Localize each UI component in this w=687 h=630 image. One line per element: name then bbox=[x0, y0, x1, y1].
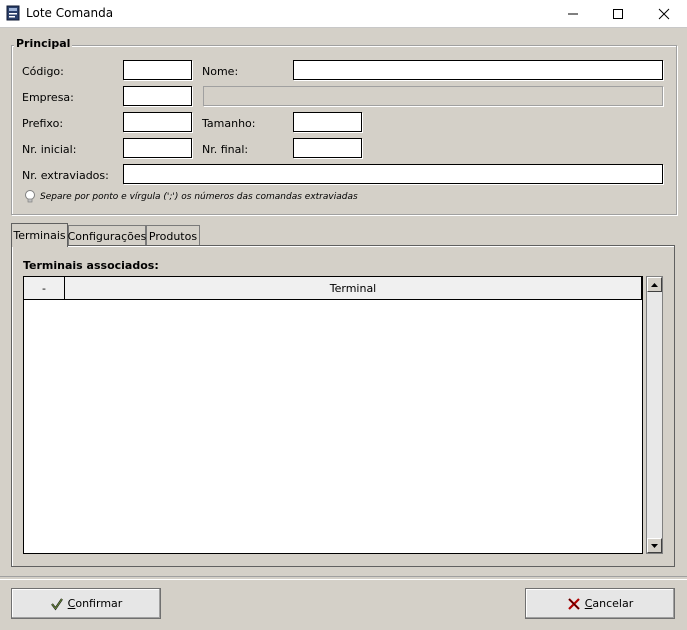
column-header-select[interactable]: - bbox=[24, 277, 65, 300]
nr-final-label: Nr. final: bbox=[202, 143, 249, 156]
empresa-description-field bbox=[203, 86, 663, 106]
tab-produtos[interactable]: Produtos bbox=[146, 225, 200, 246]
x-icon bbox=[567, 597, 580, 610]
tab-configuracoes[interactable]: Configurações bbox=[68, 225, 146, 246]
tab-terminais[interactable]: Terminais bbox=[11, 223, 68, 247]
close-button[interactable] bbox=[641, 0, 687, 27]
maximize-icon bbox=[613, 8, 623, 19]
footer-separator bbox=[0, 576, 687, 580]
maximize-button[interactable] bbox=[595, 0, 641, 27]
cancel-label: Cancelar bbox=[584, 597, 634, 610]
scroll-up-button[interactable] bbox=[647, 277, 662, 292]
scroll-down-button[interactable] bbox=[647, 538, 662, 553]
nr-extraviados-label: Nr. extraviados: bbox=[22, 169, 109, 182]
checkmark-icon bbox=[50, 597, 63, 610]
prefixo-label: Prefixo: bbox=[22, 117, 64, 130]
vertical-scrollbar[interactable] bbox=[646, 276, 663, 554]
chevron-down-icon bbox=[651, 543, 658, 548]
nr-final-field[interactable] bbox=[293, 138, 362, 158]
minimize-icon bbox=[568, 13, 578, 14]
extraviados-hint: Separe por ponto e vírgula (';') os núme… bbox=[40, 192, 358, 202]
minimize-button[interactable] bbox=[550, 0, 596, 27]
nome-label: Nome: bbox=[202, 65, 239, 78]
confirm-button[interactable]: Confirmar bbox=[11, 588, 161, 619]
cancel-button[interactable]: Cancelar bbox=[525, 588, 675, 619]
nr-inicial-label: Nr. inicial: bbox=[22, 143, 77, 156]
prefixo-field[interactable] bbox=[123, 112, 192, 132]
empresa-field[interactable] bbox=[123, 86, 192, 106]
nr-extraviados-field[interactable] bbox=[123, 164, 663, 184]
codigo-label: Código: bbox=[22, 65, 64, 78]
lightbulb-icon bbox=[24, 189, 36, 205]
tamanho-label: Tamanho: bbox=[202, 117, 256, 130]
terminais-title: Terminais associados: bbox=[23, 259, 159, 272]
nr-inicial-field[interactable] bbox=[123, 138, 192, 158]
chevron-up-icon bbox=[651, 282, 658, 287]
close-icon bbox=[658, 8, 670, 19]
column-header-terminal[interactable]: Terminal bbox=[65, 277, 642, 300]
confirm-label: Confirmar bbox=[67, 597, 123, 610]
tamanho-field[interactable] bbox=[293, 112, 362, 132]
principal-title: Principal bbox=[14, 37, 73, 50]
codigo-field[interactable] bbox=[123, 60, 192, 80]
terminais-grid[interactable] bbox=[23, 276, 643, 554]
window-title: Lote Comanda bbox=[26, 6, 114, 20]
nome-field[interactable] bbox=[293, 60, 663, 80]
app-icon bbox=[6, 5, 20, 21]
empresa-label: Empresa: bbox=[22, 91, 74, 104]
